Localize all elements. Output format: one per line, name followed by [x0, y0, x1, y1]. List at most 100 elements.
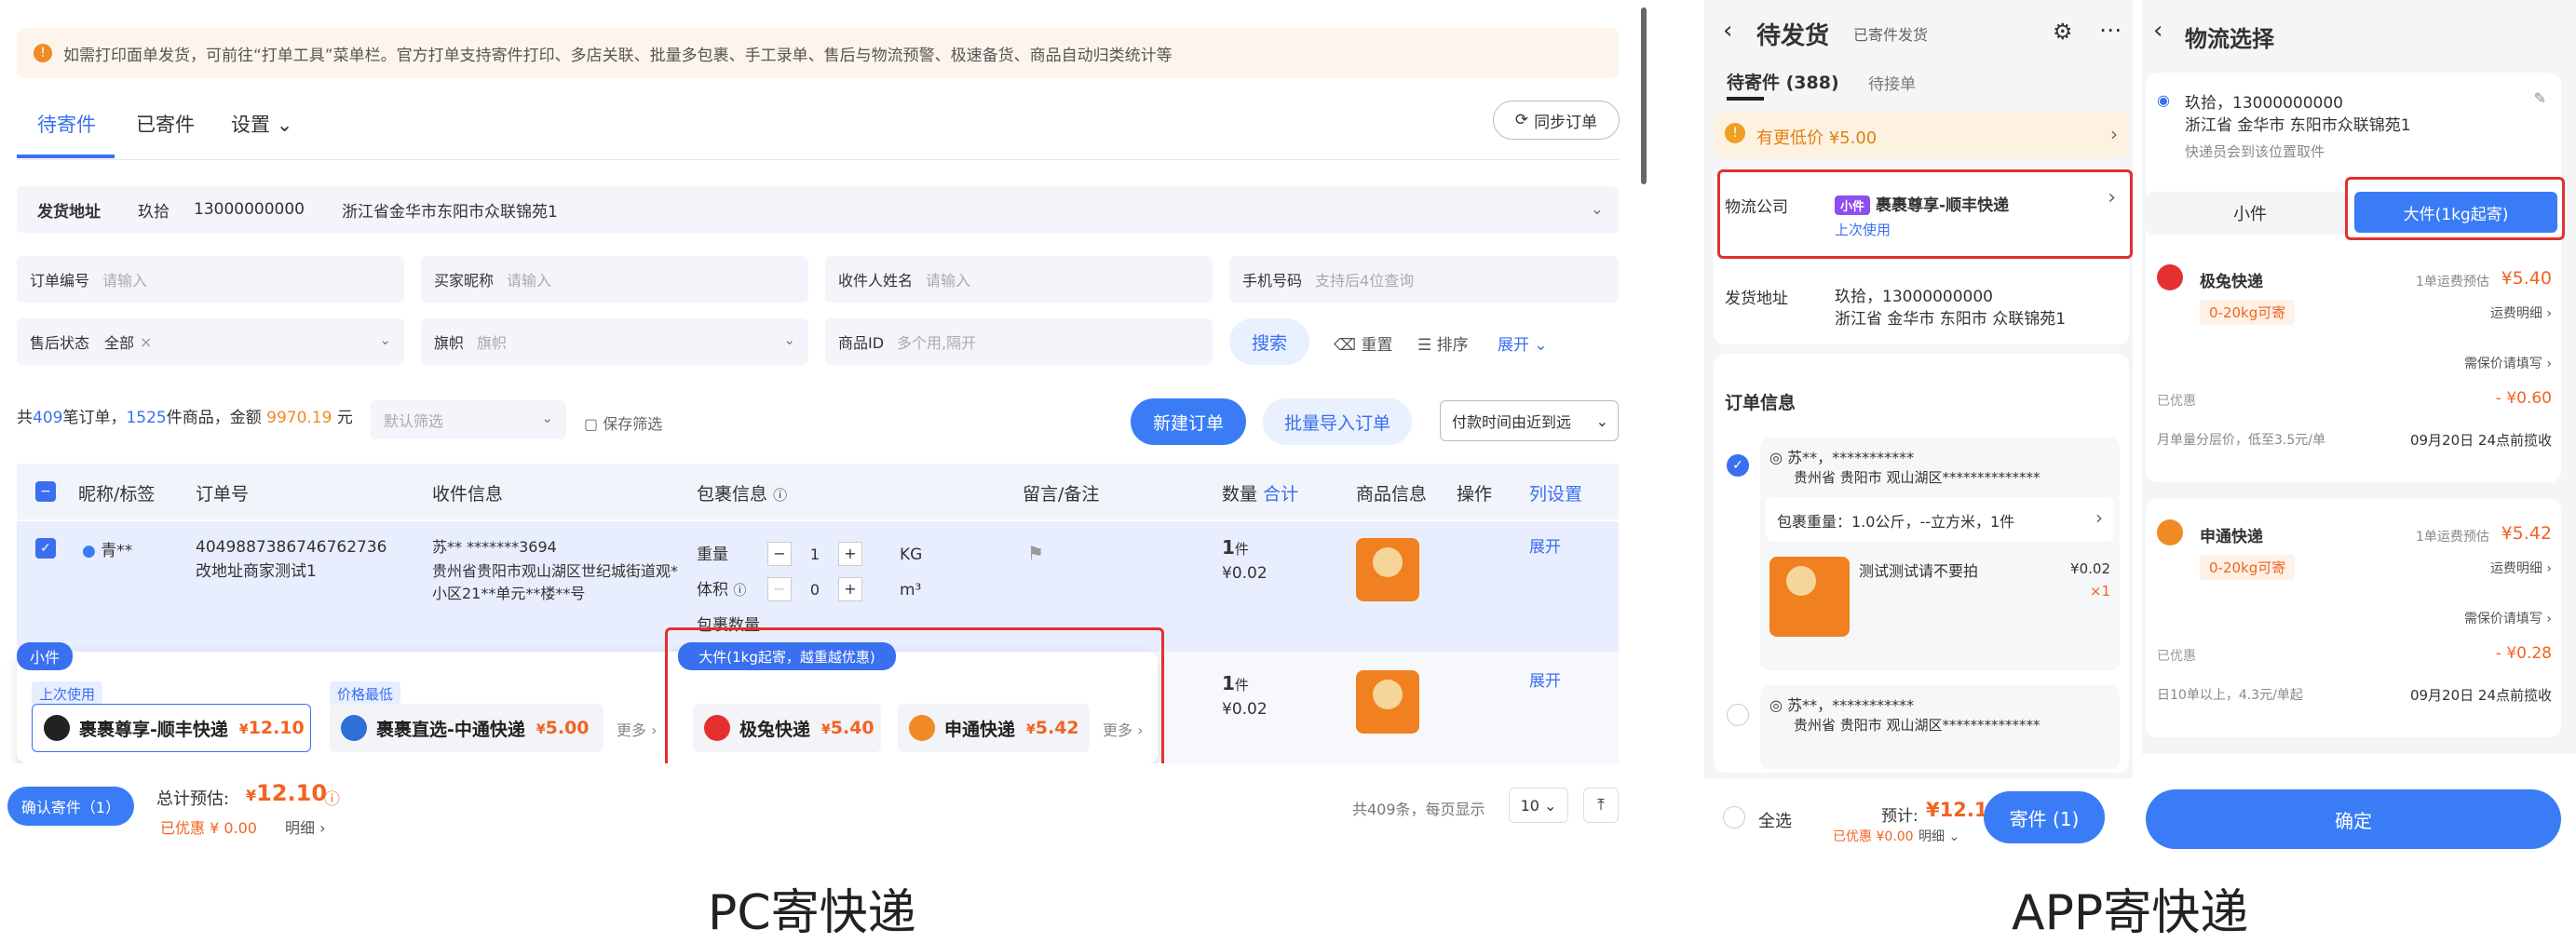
save-filter-button[interactable]: ▢ 保存筛选: [584, 411, 662, 434]
weight-stepper[interactable]: −1 +: [767, 542, 862, 566]
settings-icon[interactable]: ⚙: [2053, 19, 2073, 45]
pc-caption: PC寄快递: [708, 885, 916, 941]
flag-select[interactable]: 旗帜 旗帜 ⌄: [421, 318, 808, 365]
courier-option-zto[interactable]: 裹裹直选-中通快递 ¥5.00: [330, 704, 603, 752]
goods-thumbnail[interactable]: [1356, 538, 1419, 601]
currency-symbol: ¥: [536, 722, 546, 737]
plus-button[interactable]: +: [838, 542, 862, 566]
tab-settings[interactable]: 设置 ⌄: [231, 110, 292, 138]
pc-panel: ! 如需打印面单发货，可前往“打单工具”菜单栏。官方打单支持寄件打印、多店关联、…: [0, 0, 1639, 856]
currency-symbol: ¥: [246, 787, 257, 804]
row-expand-link[interactable]: 展开: [1529, 670, 1561, 693]
order-no-field[interactable]: 订单编号 请输入: [17, 256, 404, 303]
courier-card-jitu[interactable]: 极兔快递 0-20kg可寄 1单运费预估 ¥5.40 运费明细 › 需保价请填写…: [2146, 244, 2561, 482]
confirm-button[interactable]: 确定: [2146, 789, 2561, 849]
detail-link[interactable]: 明细 ⌄: [1918, 827, 1959, 845]
confirm-send-button[interactable]: 确认寄件（1）: [7, 787, 134, 826]
courier-card-sto[interactable]: 申通快递 0-20kg可寄 1单运费预估 ¥5.42 运费明细 › 需保价请填写…: [2146, 499, 2561, 737]
courier-option-sf[interactable]: 裹裹尊享-顺丰快递 ¥12.10: [32, 704, 311, 752]
back-icon[interactable]: ‹: [1723, 17, 1732, 45]
ship-address-bar[interactable]: 发货地址 玖拾 13000000000 浙江省金华市东阳市众联锦苑1 ⌄: [17, 186, 1619, 233]
order-item[interactable]: ◎ 苏**，*********** 贵州省 贵阳市 观山湖区**********…: [1760, 438, 2120, 670]
edit-icon[interactable]: ✎: [2534, 89, 2546, 107]
goods-thumbnail[interactable]: [1769, 557, 1850, 637]
select-all-checkbox[interactable]: −: [35, 481, 56, 502]
tab-pending[interactable]: 待寄件: [37, 110, 96, 138]
send-button[interactable]: 寄件 (1): [1984, 791, 2105, 843]
insure-link[interactable]: 需保价请填写 ›: [2464, 609, 2552, 627]
back-icon[interactable]: ‹: [2153, 17, 2162, 45]
notice-bar: ! 如需打印面单发货，可前往“打单工具”菜单栏。官方打单支持寄件打印、多店关联、…: [17, 28, 1619, 78]
minus-button[interactable]: −: [767, 577, 792, 601]
package-row[interactable]: 包裹重量：1.0公斤，--立方米，1件 ›: [1766, 497, 2114, 542]
plus-button[interactable]: +: [838, 577, 862, 601]
app-bottom-bar: 全选 预计: ¥12.10 已优惠 ¥0.00 明细 ⌄ 寄件 (1): [1704, 778, 2133, 856]
row-checkbox[interactable]: ✓: [35, 538, 56, 559]
flag-icon[interactable]: ⚑: [1027, 542, 1044, 564]
fee-detail-link[interactable]: 运费明细 ›: [2490, 303, 2552, 322]
help-icon[interactable]: ⓘ: [773, 487, 787, 504]
volume-stepper[interactable]: −0 +: [767, 577, 862, 601]
recv-name-text: 苏**，***********: [1787, 449, 1915, 466]
courier-price: ¥12.10: [239, 718, 305, 738]
reset-button[interactable]: ⌫ 重置: [1334, 331, 1392, 355]
detail-link[interactable]: 明细 ›: [285, 815, 326, 838]
detail-label: 明细: [1918, 829, 1945, 844]
tab-accept[interactable]: 待接单: [1868, 71, 1916, 94]
tab-small-label[interactable]: 小件: [2233, 201, 2267, 225]
new-order-button[interactable]: 新建订单: [1131, 398, 1246, 445]
order-checkbox[interactable]: [1727, 704, 1749, 726]
order-checkbox[interactable]: ✓: [1727, 454, 1749, 477]
total-amount: ¥12.10: [246, 780, 327, 806]
phone-field[interactable]: 手机号码 支持后4位查询: [1229, 256, 1619, 303]
buyer-field[interactable]: 买家昵称 请输入: [421, 256, 808, 303]
chevron-down-icon: ⌄: [1544, 796, 1557, 815]
sort-select[interactable]: 付款时间由近到远 ⌄: [1440, 400, 1619, 441]
import-order-button[interactable]: 批量导入订单: [1263, 398, 1412, 445]
order-item[interactable]: ◎ 苏**，*********** 贵州省 贵阳市 观山湖区**********…: [1760, 685, 2120, 769]
sync-order-button[interactable]: ⟳ 同步订单: [1493, 101, 1620, 140]
reset-label: 重置: [1361, 336, 1393, 355]
after-sale-select[interactable]: 售后状态 全部 × ⌄: [17, 318, 404, 365]
th-nickname: 昵称/标签: [78, 484, 156, 505]
more-icon[interactable]: ⋯: [2099, 17, 2122, 43]
select-all-checkbox[interactable]: [1723, 806, 1745, 828]
recv-addr: 贵州省 贵阳市 观山湖区**************: [1794, 717, 2040, 734]
order-info-title: 订单信息: [1725, 393, 1796, 413]
expand-filter-button[interactable]: 展开 ⌄: [1498, 331, 1548, 355]
cheaper-banner[interactable]: ! 有更低价 ¥5.00 ›: [1714, 112, 2129, 158]
insure-link[interactable]: 需保价请填写 ›: [2464, 354, 2552, 372]
weight-value[interactable]: 1: [792, 546, 838, 563]
courier-name: 裹裹尊享-顺丰快递: [79, 719, 228, 740]
th-receiver: 收件信息: [432, 484, 504, 505]
receiver-field[interactable]: 收件人姓名 请输入: [825, 256, 1213, 303]
more-couriers-link[interactable]: 更多 ›: [617, 718, 658, 740]
info-icon[interactable]: ⓘ: [733, 584, 746, 599]
sort-button[interactable]: ☰ 排序: [1417, 331, 1469, 355]
chevron-down-icon: ⌄: [783, 331, 795, 348]
search-button[interactable]: 搜索: [1229, 318, 1309, 365]
sto-logo-icon: [2157, 519, 2183, 546]
goods-thumbnail[interactable]: [1356, 670, 1419, 734]
page-size-select[interactable]: 10 ⌄: [1509, 788, 1568, 823]
fee-detail-label: 运费明细: [2489, 306, 2542, 321]
clear-icon[interactable]: ×: [140, 333, 152, 351]
info-icon[interactable]: ⓘ: [324, 786, 340, 809]
fee-detail-link[interactable]: 运费明细 ›: [2490, 559, 2552, 577]
volume-value[interactable]: 0: [792, 581, 838, 599]
column-settings-link[interactable]: 列设置: [1529, 480, 1582, 505]
scrollbar[interactable]: [1641, 7, 1647, 184]
row-expand-link[interactable]: 展开: [1529, 536, 1561, 559]
tab-pending[interactable]: 待寄件 (388): [1727, 69, 1839, 94]
goods-id-field[interactable]: 商品ID 多个用,隔开: [825, 318, 1213, 365]
app-logistics-screen: ‹ 物流选择 ◉ 玖拾，13000000000 浙江省 金华市 东阳市众联锦苑1…: [2142, 0, 2576, 856]
th-total-link[interactable]: 合计: [1263, 484, 1298, 505]
discount-value: - ¥0.60: [2495, 389, 2552, 408]
small-tag: 小件: [17, 642, 73, 670]
back-to-top-icon[interactable]: ⤒: [1583, 788, 1619, 823]
tab-sent[interactable]: 已寄件: [136, 110, 195, 138]
default-filter-select[interactable]: 默认筛选 ⌄: [371, 400, 566, 439]
location-icon: ◉: [2157, 91, 2170, 109]
minus-button[interactable]: −: [767, 542, 792, 566]
tab-underline: [17, 155, 115, 158]
